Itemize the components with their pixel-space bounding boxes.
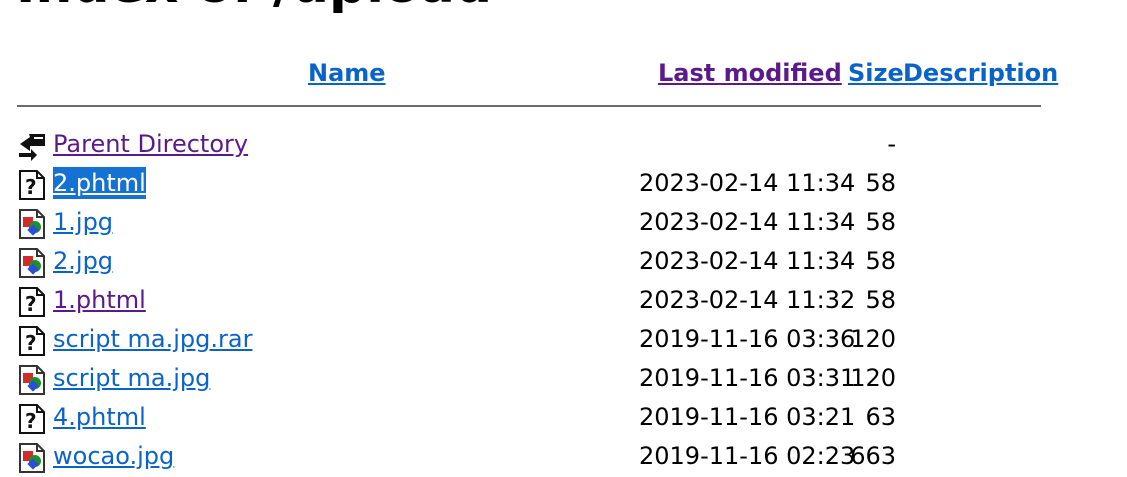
image-file-icon — [17, 365, 47, 395]
sort-by-last-modified-link[interactable]: Last modified — [658, 56, 842, 90]
file-last-modified: 2023-02-14 11:34 — [639, 208, 856, 236]
file-link[interactable]: 1.phtml — [53, 284, 146, 316]
page-title: Index of /upload — [16, 0, 492, 15]
file-size: 63 — [865, 403, 896, 431]
file-last-modified: 2019-11-16 03:31 — [639, 364, 856, 392]
svg-text:?: ? — [25, 292, 37, 316]
file-row: script ma.jpg 2019-11-16 03:31 120 — [0, 359, 1127, 398]
svg-text:?: ? — [25, 331, 37, 355]
sort-by-description-link[interactable]: Description — [903, 56, 1058, 90]
file-link[interactable]: 2.jpg — [53, 245, 113, 277]
parent-size: - — [887, 130, 896, 158]
file-size: 58 — [865, 247, 896, 275]
file-size: 663 — [850, 442, 896, 470]
file-size: 120 — [850, 325, 896, 353]
file-link[interactable]: wocao.jpg — [53, 440, 174, 472]
file-size: 58 — [865, 208, 896, 236]
parent-directory-row: Parent Directory - — [0, 125, 1127, 164]
file-row: ? 4.phtml 2019-11-16 03:21 63 — [0, 398, 1127, 437]
unknown-file-icon: ? — [17, 170, 47, 200]
unknown-file-icon: ? — [17, 404, 47, 434]
file-link[interactable]: 4.phtml — [53, 401, 146, 433]
image-file-icon — [17, 209, 47, 239]
file-last-modified: 2023-02-14 11:34 — [639, 247, 856, 275]
file-row: ? 1.phtml 2023-02-14 11:32 58 — [0, 281, 1127, 320]
unknown-file-icon: ? — [17, 326, 47, 356]
svg-text:?: ? — [25, 409, 37, 433]
file-row: ? script ma.jpg.rar 2019-11-16 03:36 120 — [0, 320, 1127, 359]
file-row: 1.jpg 2023-02-14 11:34 58 — [0, 203, 1127, 242]
sort-by-size-link[interactable]: Size — [848, 56, 904, 90]
image-file-icon — [17, 443, 47, 473]
file-last-modified: 2019-11-16 03:21 — [639, 403, 856, 431]
parent-directory-link[interactable]: Parent Directory — [53, 128, 248, 160]
unknown-file-icon: ? — [17, 287, 47, 317]
file-link[interactable]: 1.jpg — [53, 206, 113, 238]
file-last-modified: 2023-02-14 11:32 — [639, 286, 856, 314]
file-link[interactable]: script ma.jpg — [53, 362, 210, 394]
file-row: 2.jpg 2023-02-14 11:34 58 — [0, 242, 1127, 281]
file-row: wocao.jpg 2019-11-16 02:23 663 — [0, 437, 1127, 476]
file-last-modified: 2019-11-16 03:36 — [639, 325, 856, 353]
file-last-modified: 2019-11-16 02:23 — [639, 442, 856, 470]
sort-by-name-link[interactable]: Name — [308, 56, 386, 90]
image-file-icon — [17, 248, 47, 278]
svg-text:?: ? — [25, 175, 37, 199]
file-size: 58 — [865, 286, 896, 314]
file-size: 120 — [850, 364, 896, 392]
file-row: ? 2.phtml 2023-02-14 11:34 58 — [0, 164, 1127, 203]
file-size: 58 — [865, 169, 896, 197]
file-link[interactable]: 2.phtml — [53, 167, 146, 199]
file-last-modified: 2023-02-14 11:34 — [639, 169, 856, 197]
back-arrow-icon — [17, 131, 47, 161]
file-link[interactable]: script ma.jpg.rar — [53, 323, 252, 355]
header-divider — [17, 105, 1041, 107]
